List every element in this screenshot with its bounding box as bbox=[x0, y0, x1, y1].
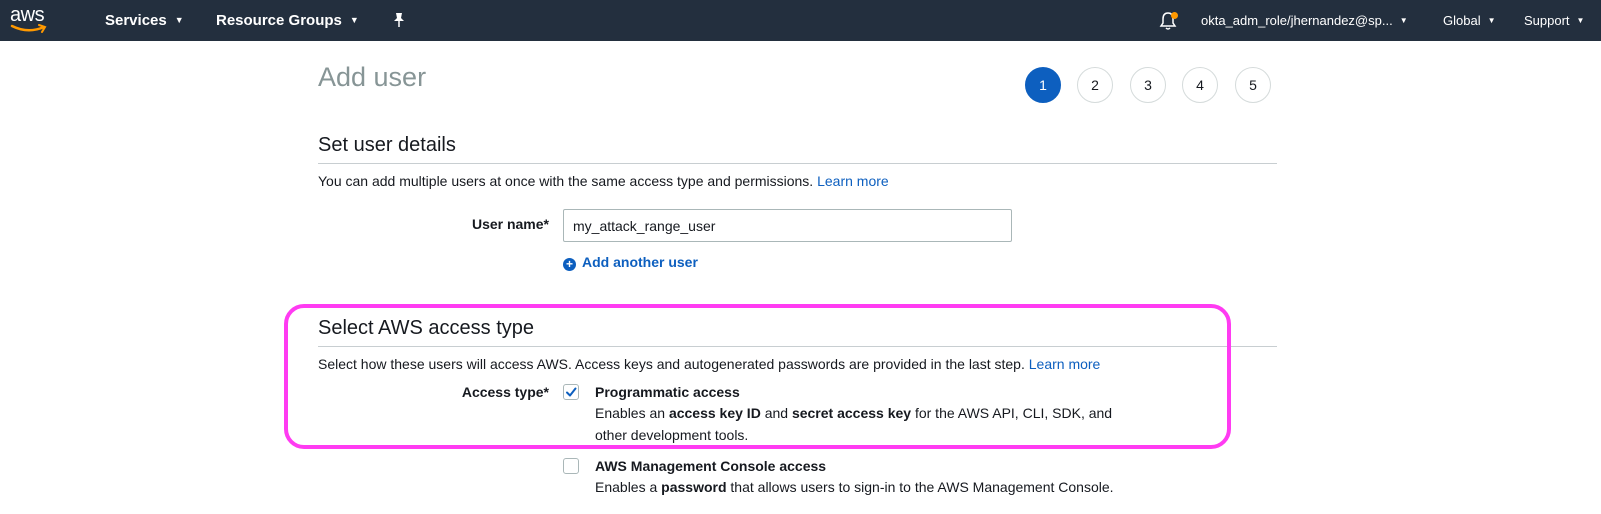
console-access-checkbox[interactable] bbox=[563, 458, 579, 474]
page-title: Add user bbox=[318, 62, 427, 92]
step-4[interactable]: 4 bbox=[1182, 67, 1218, 103]
console-access-description: Enables a password that allows users to … bbox=[595, 476, 1135, 498]
support-menu[interactable]: Support ▼ bbox=[1524, 13, 1584, 28]
section-divider bbox=[318, 163, 1277, 164]
add-another-user-label: Add another user bbox=[582, 254, 698, 270]
resource-groups-label: Resource Groups bbox=[216, 12, 342, 29]
chevron-down-icon: ▼ bbox=[1576, 16, 1585, 25]
region-menu[interactable]: Global ▼ bbox=[1443, 13, 1496, 28]
chevron-down-icon: ▼ bbox=[174, 15, 184, 25]
desc-emphasis: password bbox=[661, 479, 727, 495]
step-5[interactable]: 5 bbox=[1235, 67, 1271, 103]
user-details-description-text: You can add multiple users at once with … bbox=[318, 173, 814, 189]
step-3[interactable]: 3 bbox=[1130, 67, 1166, 103]
desc-text: Enables a bbox=[595, 479, 662, 495]
add-another-user-button[interactable]: + Add another user bbox=[563, 254, 698, 271]
support-label: Support bbox=[1524, 13, 1570, 28]
resource-groups-menu[interactable]: Resource Groups ▼ bbox=[216, 12, 359, 29]
step-2[interactable]: 2 bbox=[1077, 67, 1113, 103]
pin-icon[interactable] bbox=[392, 12, 406, 28]
chevron-down-icon: ▼ bbox=[349, 15, 359, 25]
chevron-down-icon: ▼ bbox=[1487, 16, 1496, 25]
learn-more-link[interactable]: Learn more bbox=[817, 173, 889, 189]
user-details-heading: Set user details bbox=[318, 134, 456, 156]
plus-circle-icon: + bbox=[563, 258, 576, 271]
step-1[interactable]: 1 bbox=[1025, 67, 1061, 103]
account-menu[interactable]: okta_adm_role/jhernandez@sp... ▼ bbox=[1201, 13, 1408, 28]
user-name-label: User name* bbox=[471, 216, 549, 232]
aws-logo[interactable]: aws bbox=[10, 4, 52, 36]
console-access-title: AWS Management Console access bbox=[595, 458, 827, 474]
chevron-down-icon: ▼ bbox=[1399, 16, 1408, 25]
user-name-input[interactable] bbox=[563, 209, 1012, 242]
notifications-bell-icon[interactable] bbox=[1158, 11, 1180, 31]
services-label: Services bbox=[105, 12, 167, 29]
desc-text: that allows users to sign-in to the AWS … bbox=[726, 479, 1114, 495]
aws-smile-icon bbox=[10, 24, 47, 33]
account-label: okta_adm_role/jhernandez@sp... bbox=[1201, 13, 1393, 28]
highlight-annotation bbox=[284, 304, 1231, 449]
services-menu[interactable]: Services ▼ bbox=[105, 12, 184, 29]
top-nav: aws Services ▼ Resource Groups ▼ okta_adm_… bbox=[0, 0, 1601, 41]
notification-dot bbox=[1171, 12, 1178, 19]
user-details-description: You can add multiple users at once with … bbox=[318, 173, 889, 189]
region-label: Global bbox=[1443, 13, 1481, 28]
